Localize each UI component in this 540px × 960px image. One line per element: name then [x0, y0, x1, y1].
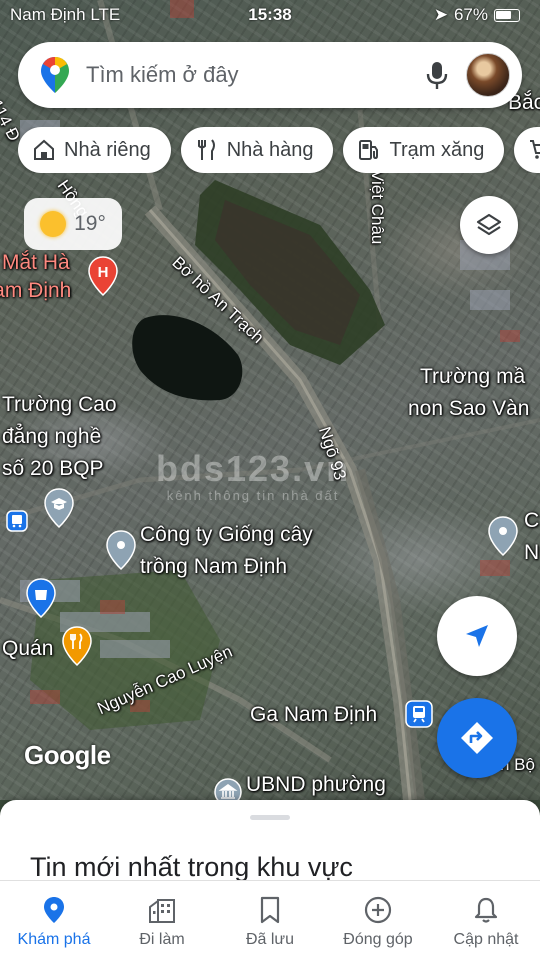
place-label: trồng Nam Định	[140, 555, 288, 578]
place-label: Ga Nam Định	[250, 703, 378, 726]
google-maps-pin-icon	[41, 57, 69, 93]
temperature: 19°	[74, 212, 106, 235]
bookmark-icon	[260, 896, 280, 924]
nav-label: Đi làm	[139, 931, 185, 948]
place-label: đẳng nghề	[2, 425, 102, 448]
battery-percent: 67%	[453, 5, 488, 24]
chip-label: Nhà hàng	[226, 138, 314, 161]
chip-gas-station[interactable]: Trạm xăng	[343, 127, 505, 173]
weather-badge[interactable]: 19°	[24, 198, 122, 250]
sheet-drag-handle[interactable]	[250, 815, 290, 820]
watermark-title: bds123.vn	[156, 448, 351, 489]
place-label: Công ty Giống cây	[140, 523, 313, 546]
satellite-map[interactable]: 114 Đ Hồng Việt Châu Bắc Mắt Hà Nam Định…	[0, 0, 540, 800]
svg-text:H: H	[98, 264, 109, 281]
nav-commute[interactable]: Đi làm	[108, 881, 216, 960]
layers-icon	[476, 213, 502, 236]
bottom-navigation: Khám phá Đi làm Đã lưu Đóng góp Cập nhật	[0, 880, 540, 960]
nav-contribute[interactable]: Đóng góp	[324, 881, 432, 960]
restaurant-pin-icon[interactable]	[62, 626, 92, 666]
chip-restaurant[interactable]: Nhà hàng	[180, 127, 334, 173]
bottom-sheet[interactable]: Tin mới nhất trong khu vực	[0, 800, 540, 882]
status-right: ➤ 67%	[434, 5, 520, 25]
directions-icon	[461, 722, 493, 754]
hospital-pin-icon[interactable]: H	[88, 256, 118, 296]
battery-icon	[494, 8, 520, 22]
nav-explore[interactable]: Khám phá	[0, 881, 108, 960]
chip-home[interactable]: Nhà riêng	[18, 127, 171, 173]
place-label: C	[524, 509, 540, 532]
bell-icon	[474, 897, 498, 923]
add-circle-icon	[364, 896, 392, 924]
place-label: Mắt Hà	[2, 251, 70, 274]
nav-label: Đóng góp	[343, 931, 413, 948]
commute-building-icon	[149, 899, 175, 923]
nav-updates[interactable]: Cập nhật	[432, 881, 540, 960]
shopping-pin-icon[interactable]	[26, 578, 56, 618]
avatar[interactable]	[466, 53, 510, 97]
gas-station-icon	[359, 140, 379, 160]
chip-shopping[interactable]	[514, 127, 540, 173]
nav-saved[interactable]: Đã lưu	[216, 881, 324, 960]
cart-icon	[530, 140, 540, 159]
watermark: bds123.vn kênh thông tin nhà đất	[156, 448, 350, 503]
chip-label: Nhà riêng	[64, 138, 151, 161]
directions-button[interactable]	[437, 698, 517, 778]
home-icon	[34, 139, 54, 160]
place-label: Trường mầ	[420, 365, 526, 388]
watermark-subtitle: kênh thông tin nhà đất	[166, 488, 340, 503]
location-arrow-icon: ➤	[433, 5, 448, 24]
explore-pin-icon	[44, 897, 64, 923]
place-label: số 20 BQP	[2, 457, 104, 480]
restaurant-icon	[197, 139, 215, 160]
search-bar[interactable]	[18, 42, 522, 108]
nav-label: Cập nhật	[453, 931, 519, 948]
nav-label: Khám phá	[17, 931, 91, 948]
place-label: Quán	[2, 637, 54, 660]
nav-label: Đã lưu	[245, 931, 295, 948]
road-label: Việt Châu	[368, 170, 387, 245]
place-label: N	[524, 541, 540, 564]
place-label: UBND phường	[246, 773, 386, 796]
place-pin-icon[interactable]	[488, 516, 518, 556]
train-station-icon[interactable]	[405, 700, 433, 728]
place-label: Nam Định	[0, 279, 72, 302]
navigation-arrow-icon	[466, 625, 488, 647]
place-label: Trường Cao	[2, 393, 117, 416]
place-label: non Sao Vàn	[408, 397, 530, 420]
category-chips: Nhà riêng Nhà hàng Trạm xăng	[18, 127, 540, 173]
school-pin-icon[interactable]	[44, 488, 74, 528]
layers-button[interactable]	[460, 196, 518, 254]
government-building-icon[interactable]	[214, 778, 242, 800]
search-input[interactable]	[86, 58, 386, 92]
microphone-icon[interactable]	[420, 58, 454, 92]
place-pin-icon[interactable]	[106, 530, 136, 570]
status-bar: Nam Định LTE 15:38 ➤ 67%	[0, 0, 540, 34]
chip-label: Trạm xăng	[389, 138, 485, 161]
my-location-button[interactable]	[437, 596, 517, 676]
sheet-title: Tin mới nhất trong khu vực	[30, 852, 353, 882]
google-logo: Google	[24, 740, 111, 770]
sun-icon	[40, 211, 67, 237]
bus-stop-icon[interactable]	[6, 510, 28, 532]
